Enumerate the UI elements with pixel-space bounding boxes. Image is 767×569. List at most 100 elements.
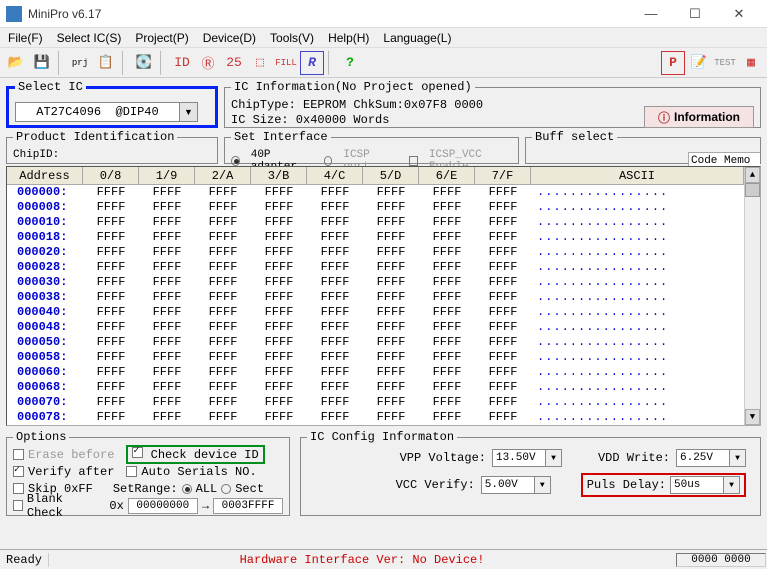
program-icon[interactable]: ⬚ — [248, 51, 272, 75]
hex-row[interactable]: 000048:FFFFFFFFFFFFFFFFFFFFFFFFFFFFFFFF.… — [7, 320, 744, 335]
hex-cell[interactable]: FFFF — [251, 290, 307, 305]
hex-cell[interactable]: FFFF — [419, 320, 475, 335]
hex-cell[interactable]: FFFF — [363, 365, 419, 380]
hex-cell[interactable]: FFFF — [251, 350, 307, 365]
hex-cell[interactable]: FFFF — [251, 410, 307, 425]
hex-cell[interactable]: FFFF — [307, 380, 363, 395]
hex-row[interactable]: 000000:FFFFFFFFFFFFFFFFFFFFFFFFFFFFFFFF.… — [7, 185, 744, 200]
hex-row[interactable]: 000060:FFFFFFFFFFFFFFFFFFFFFFFFFFFFFFFF.… — [7, 365, 744, 380]
hex-cell[interactable]: FFFF — [83, 305, 139, 320]
hex-cell[interactable]: FFFF — [251, 365, 307, 380]
hex-cell[interactable]: FFFF — [419, 290, 475, 305]
hex-cell[interactable]: FFFF — [419, 230, 475, 245]
hex-cell[interactable]: FFFF — [251, 260, 307, 275]
hex-cell[interactable]: FFFF — [139, 200, 195, 215]
hex-cell[interactable]: FFFF — [195, 185, 251, 200]
hex-cell[interactable]: FFFF — [195, 230, 251, 245]
checkbox-skip[interactable] — [13, 483, 24, 494]
menu-file[interactable]: File(F) — [4, 29, 47, 47]
hex-cell[interactable]: FFFF — [363, 320, 419, 335]
hex-cell[interactable]: FFFF — [83, 260, 139, 275]
hex-row[interactable]: 000018:FFFFFFFFFFFFFFFFFFFFFFFFFFFFFFFF.… — [7, 230, 744, 245]
hex-cell[interactable]: FFFF — [307, 260, 363, 275]
hex-cell[interactable]: FFFF — [475, 335, 531, 350]
hex-cell[interactable]: FFFF — [419, 305, 475, 320]
id-icon[interactable]: ID — [170, 51, 194, 75]
hex-cell[interactable]: FFFF — [83, 410, 139, 425]
hex-cell[interactable]: FFFF — [251, 320, 307, 335]
hex-cell[interactable]: FFFF — [419, 185, 475, 200]
minimize-button[interactable]: — — [629, 1, 673, 27]
hex-cell[interactable]: FFFF — [419, 350, 475, 365]
hex-cell[interactable]: FFFF — [475, 215, 531, 230]
hex-cell[interactable]: FFFF — [363, 260, 419, 275]
hex-row[interactable]: 000020:FFFFFFFFFFFFFFFFFFFFFFFFFFFFFFFF.… — [7, 245, 744, 260]
hex-cell[interactable]: FFFF — [83, 350, 139, 365]
hex-cell[interactable]: FFFF — [419, 215, 475, 230]
hex-cell[interactable]: FFFF — [195, 305, 251, 320]
hex-cell[interactable]: FFFF — [251, 185, 307, 200]
hex-row[interactable]: 000008:FFFFFFFFFFFFFFFFFFFFFFFFFFFFFFFF.… — [7, 200, 744, 215]
hex-cell[interactable]: FFFF — [195, 260, 251, 275]
hex-cell[interactable]: FFFF — [195, 410, 251, 425]
hex-cell[interactable]: FFFF — [307, 200, 363, 215]
hex-cell[interactable]: FFFF — [307, 395, 363, 410]
hex-cell[interactable]: FFFF — [307, 185, 363, 200]
hex-cell[interactable]: FFFF — [195, 245, 251, 260]
hex-row[interactable]: 000050:FFFFFFFFFFFFFFFFFFFFFFFFFFFFFFFF.… — [7, 335, 744, 350]
hex-cell[interactable]: FFFF — [195, 365, 251, 380]
menu-select-ic[interactable]: Select IC(S) — [53, 29, 126, 47]
hex-cell[interactable]: FFFF — [251, 380, 307, 395]
hex-cell[interactable]: FFFF — [195, 335, 251, 350]
hex-cell[interactable]: FFFF — [139, 335, 195, 350]
hex-cell[interactable]: FFFF — [363, 335, 419, 350]
hex-cell[interactable]: FFFF — [419, 380, 475, 395]
checkbox-check-device[interactable] — [132, 447, 143, 458]
hex-cell[interactable]: FFFF — [307, 320, 363, 335]
test-icon[interactable]: TEST — [713, 51, 737, 75]
hex-cell[interactable]: FFFF — [307, 350, 363, 365]
checkbox-verify[interactable] — [13, 466, 24, 477]
hex-cell[interactable]: FFFF — [139, 245, 195, 260]
range-to[interactable] — [213, 498, 283, 514]
radio-icsp[interactable] — [324, 156, 333, 166]
scrollbar[interactable]: ▲ ▼ — [744, 167, 760, 425]
vpp-dropdown[interactable]: ▼ — [546, 449, 562, 467]
hex-cell[interactable]: FFFF — [195, 395, 251, 410]
hex-cell[interactable]: FFFF — [139, 185, 195, 200]
hex-cell[interactable]: FFFF — [83, 275, 139, 290]
scroll-down[interactable]: ▼ — [745, 409, 760, 425]
grid-icon[interactable]: ▦ — [739, 51, 763, 75]
checkbox-autoserial[interactable] — [126, 466, 137, 477]
hex-cell[interactable]: FFFF — [419, 275, 475, 290]
radio-all[interactable] — [182, 484, 192, 494]
hex-cell[interactable]: FFFF — [139, 305, 195, 320]
hex-cell[interactable]: FFFF — [83, 215, 139, 230]
hex-cell[interactable]: FFFF — [195, 290, 251, 305]
read-icon[interactable]: Ⓡ — [196, 51, 220, 75]
hdr-4[interactable]: 4/C — [307, 167, 363, 184]
hex-cell[interactable]: FFFF — [419, 410, 475, 425]
hex-cell[interactable]: FFFF — [83, 320, 139, 335]
scroll-thumb[interactable] — [745, 183, 760, 197]
open-icon[interactable]: 📂 — [4, 51, 28, 75]
hex-cell[interactable]: FFFF — [307, 275, 363, 290]
hex-cell[interactable]: FFFF — [475, 395, 531, 410]
hex-cell[interactable]: FFFF — [363, 395, 419, 410]
hex-cell[interactable]: FFFF — [307, 215, 363, 230]
hex-cell[interactable]: FFFF — [475, 365, 531, 380]
checkbox-erase[interactable] — [13, 449, 24, 460]
vpp-select[interactable] — [492, 449, 546, 467]
information-button[interactable]: ⓘ Information — [644, 106, 754, 128]
hdr-3[interactable]: 3/B — [251, 167, 307, 184]
puls-select[interactable] — [670, 476, 724, 494]
hex-cell[interactable]: FFFF — [83, 185, 139, 200]
hex-cell[interactable]: FFFF — [195, 200, 251, 215]
hex-cell[interactable]: FFFF — [83, 245, 139, 260]
hex-cell[interactable]: FFFF — [363, 230, 419, 245]
hex-cell[interactable]: FFFF — [195, 215, 251, 230]
hex-cell[interactable]: FFFF — [363, 185, 419, 200]
hex-cell[interactable]: FFFF — [419, 200, 475, 215]
hex-cell[interactable]: FFFF — [363, 305, 419, 320]
hex-cell[interactable]: FFFF — [419, 335, 475, 350]
